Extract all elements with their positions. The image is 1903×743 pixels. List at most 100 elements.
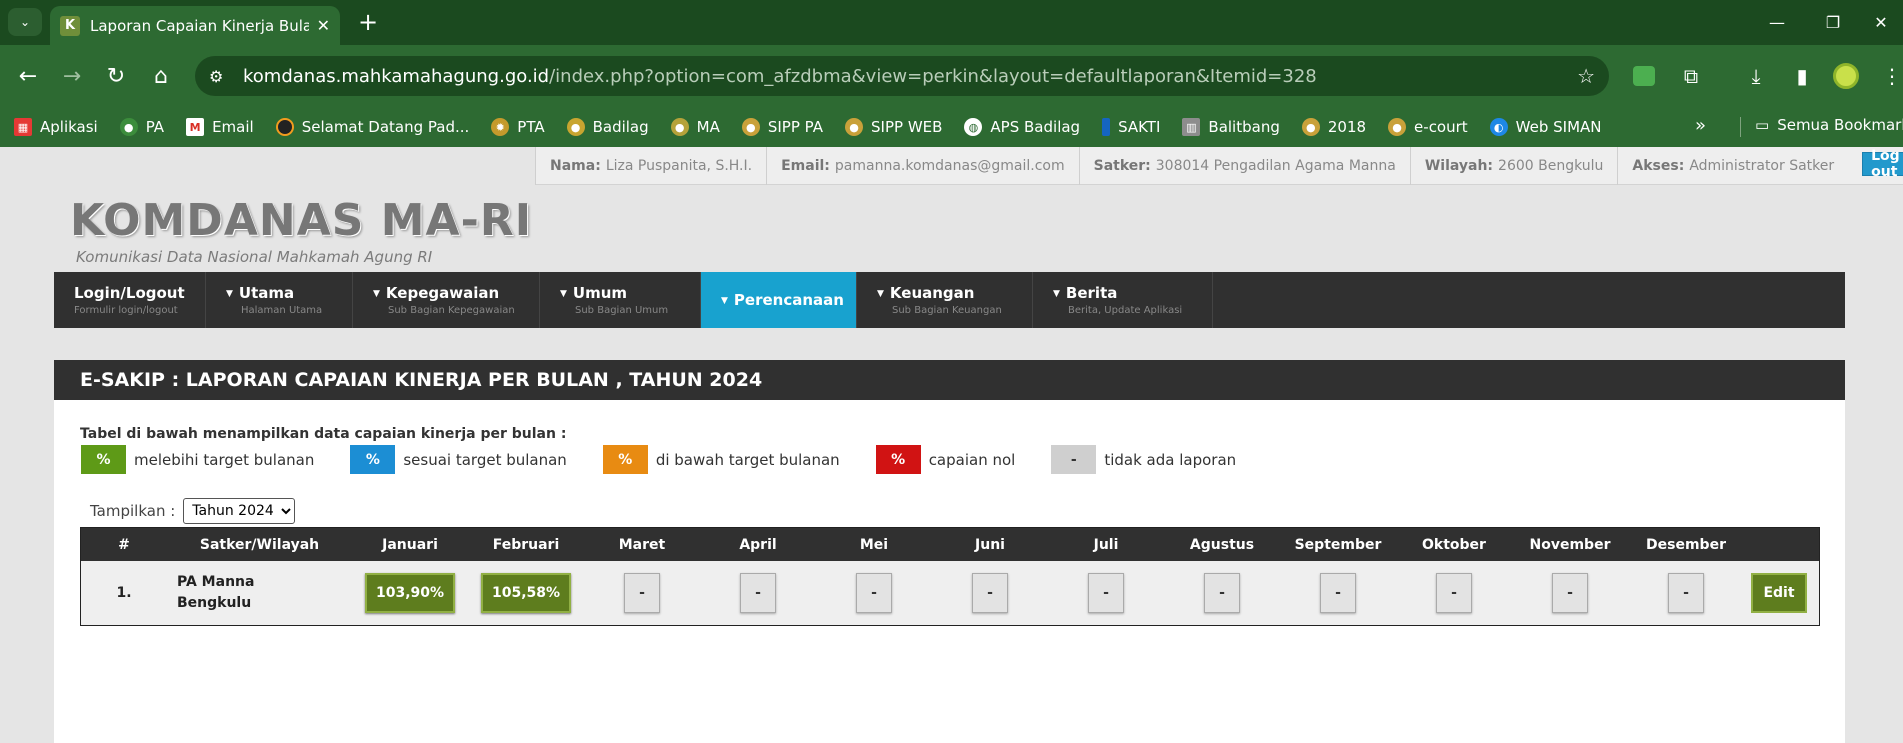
balitbang-icon: ▥: [1182, 118, 1201, 136]
download-icon[interactable]: ⤓: [1740, 60, 1772, 92]
caret-down-icon: ▼: [226, 289, 233, 299]
month-value-juni[interactable]: -: [972, 573, 1008, 613]
nav-umum[interactable]: ▼ Umum Sub Bagian Umum: [540, 272, 701, 328]
month-value-maret[interactable]: -: [624, 573, 660, 613]
month-value-desember[interactable]: -: [1668, 573, 1704, 613]
header-month: Maret: [618, 536, 666, 553]
bookmark-web-siman[interactable]: ◐ Web SIMAN: [1489, 118, 1602, 136]
extension-printer-icon[interactable]: [1633, 66, 1655, 86]
pa-icon: ●: [119, 118, 138, 136]
caret-down-icon: ▼: [877, 289, 884, 299]
month-value-april[interactable]: -: [740, 573, 776, 613]
siman-icon: ◐: [1489, 118, 1508, 136]
month-value-juli[interactable]: -: [1088, 573, 1124, 613]
month-value-januari[interactable]: 103,90%: [365, 573, 455, 613]
header-satker: Satker/Wilayah: [199, 536, 320, 553]
bookmark-selamat-datang[interactable]: Selamat Datang Pad...: [275, 118, 469, 136]
month-value-agustus[interactable]: -: [1204, 573, 1240, 613]
side-panel-icon[interactable]: ▮: [1786, 60, 1818, 92]
legend-label: sesuai target bulanan: [403, 450, 567, 469]
year-filter: Tampilkan : Tahun 2024: [90, 498, 296, 524]
sipp-icon: ●: [741, 118, 760, 136]
bookmark-email[interactable]: M Email: [186, 118, 254, 136]
bookmark-pta[interactable]: ✹ PTA: [491, 118, 545, 136]
window-close-icon[interactable]: ✕: [1856, 6, 1903, 38]
row-satker: PA Manna Bengkulu: [177, 574, 255, 611]
bookmark-star-icon[interactable]: ☆: [1577, 64, 1595, 88]
bookmark-e-court[interactable]: ● e-court: [1388, 118, 1468, 136]
table-row: 1. PA Manna Bengkulu 103,90% 105,58% - -…: [81, 561, 1819, 625]
month-value-september[interactable]: -: [1320, 573, 1356, 613]
forward-arrow-icon[interactable]: →: [56, 60, 88, 92]
legend-box-below-target: %: [602, 445, 648, 474]
table-header: # Satker/Wilayah Januari Februari Maret …: [81, 528, 1819, 561]
month-value-november[interactable]: -: [1552, 573, 1588, 613]
report-panel: E-SAKIP : LAPORAN CAPAIAN KINERJA PER BU…: [54, 360, 1845, 743]
minimize-icon[interactable]: —: [1752, 6, 1802, 38]
nav-utama[interactable]: ▼ Utama Halaman Utama: [206, 272, 353, 328]
tab-search-button[interactable]: ⌄: [8, 8, 42, 36]
legend-label: tidak ada laporan: [1104, 450, 1237, 469]
folder-icon: ▭: [1755, 116, 1770, 134]
web-page: Nama: Liza Puspanita, S.H.I. Email: pamann…: [0, 147, 1903, 743]
bookmark-ma[interactable]: ● MA: [670, 118, 720, 136]
nav-login-logout[interactable]: Login/Logout Formulir login/logout: [54, 272, 206, 328]
browser-tab[interactable]: K Laporan Capaian Kinerja Bulanan ✕: [50, 6, 340, 45]
header-month: Juli: [1093, 536, 1119, 553]
legend-label: capaian nol: [928, 450, 1016, 469]
caret-down-icon: ▼: [373, 289, 380, 299]
emblem-icon: ●: [1388, 118, 1407, 136]
legend: % melebihi target bulanan % sesuai targe…: [81, 445, 1272, 474]
bookmark-2018[interactable]: ● 2018: [1301, 118, 1366, 136]
sipp-icon: ●: [845, 118, 864, 136]
bookmark-aplikasi[interactable]: ▦ Aplikasi: [14, 118, 98, 136]
year-select[interactable]: Tahun 2024: [183, 498, 296, 524]
badilag-icon: ●: [566, 118, 585, 136]
header-month: September: [1294, 536, 1382, 553]
restore-icon[interactable]: ❐: [1808, 6, 1858, 38]
close-icon[interactable]: ✕: [317, 16, 330, 35]
month-value-februari[interactable]: 105,58%: [481, 573, 571, 613]
bookmark-balitbang[interactable]: ▥ Balitbang: [1182, 118, 1280, 136]
apps-grid-icon: ▦: [14, 118, 32, 136]
bookmark-pa[interactable]: ● PA: [119, 118, 164, 136]
site-info-icon[interactable]: ⚙: [209, 67, 235, 86]
legend-label: di bawah target bulanan: [655, 450, 840, 469]
url-text[interactable]: komdanas.mahkamahagung.go.id/index.php?o…: [243, 66, 1317, 87]
header-month: Februari: [492, 536, 560, 553]
all-bookmarks-folder[interactable]: ▭ Semua Bookmark: [1755, 116, 1903, 134]
bookmark-sipp-pa[interactable]: ● SIPP PA: [741, 118, 823, 136]
bookmarks-bar: ▦ Aplikasi ● PA M Email Selamat Datang Pad.…: [0, 107, 1903, 147]
reload-icon[interactable]: ↻: [100, 60, 132, 92]
nav-perencanaan[interactable]: ▼ Perencanaan: [701, 272, 857, 328]
month-value-oktober[interactable]: -: [1436, 573, 1472, 613]
site-logo-title[interactable]: KOMDANAS MA-RI: [70, 195, 532, 246]
nav-keuangan[interactable]: ▼ Keuangan Sub Bagian Keuangan: [857, 272, 1033, 328]
intro-text: Tabel di bawah menampilkan data capaian …: [80, 426, 567, 442]
bookmark-sakti[interactable]: SAKTI: [1102, 118, 1160, 136]
bookmark-sipp-web[interactable]: ● SIPP WEB: [845, 118, 942, 136]
edit-button[interactable]: Edit: [1751, 573, 1807, 613]
new-tab-button[interactable]: +: [353, 8, 383, 36]
profile-avatar[interactable]: [1833, 63, 1859, 89]
home-icon[interactable]: ⌂: [145, 60, 177, 92]
legend-box-on-target: %: [350, 445, 396, 474]
user-akses: Akses: Administrator Satker: [1617, 147, 1848, 185]
more-bookmarks-icon[interactable]: »: [1695, 115, 1706, 136]
user-name: Nama: Liza Puspanita, S.H.I.: [535, 147, 766, 185]
bookmark-aps-badilag[interactable]: ◍ APS Badilag: [964, 118, 1080, 136]
header-month: Desember: [1646, 536, 1726, 553]
header-month: Januari: [382, 536, 438, 553]
extensions-puzzle-icon[interactable]: ⧉: [1675, 60, 1707, 92]
bookmark-badilag[interactable]: ● Badilag: [566, 118, 649, 136]
ma-icon: ●: [670, 118, 689, 136]
back-arrow-icon[interactable]: ←: [12, 60, 44, 92]
nav-berita[interactable]: ▼ Berita Berita, Update Aplikasi: [1033, 272, 1213, 328]
nav-kepegawaian[interactable]: ▼ Kepegawaian Sub Bagian Kepegawaian: [353, 272, 540, 328]
month-value-mei[interactable]: -: [856, 573, 892, 613]
legend-label: melebihi target bulanan: [134, 450, 315, 469]
address-bar[interactable]: ⚙ komdanas.mahkamahagung.go.id/index.php…: [195, 56, 1609, 96]
site-logo-subtitle: Komunikasi Data Nasional Mahkamah Agung …: [76, 248, 433, 266]
logout-button[interactable]: Log out: [1862, 148, 1903, 180]
menu-kebab-icon[interactable]: ⋮: [1876, 60, 1903, 92]
